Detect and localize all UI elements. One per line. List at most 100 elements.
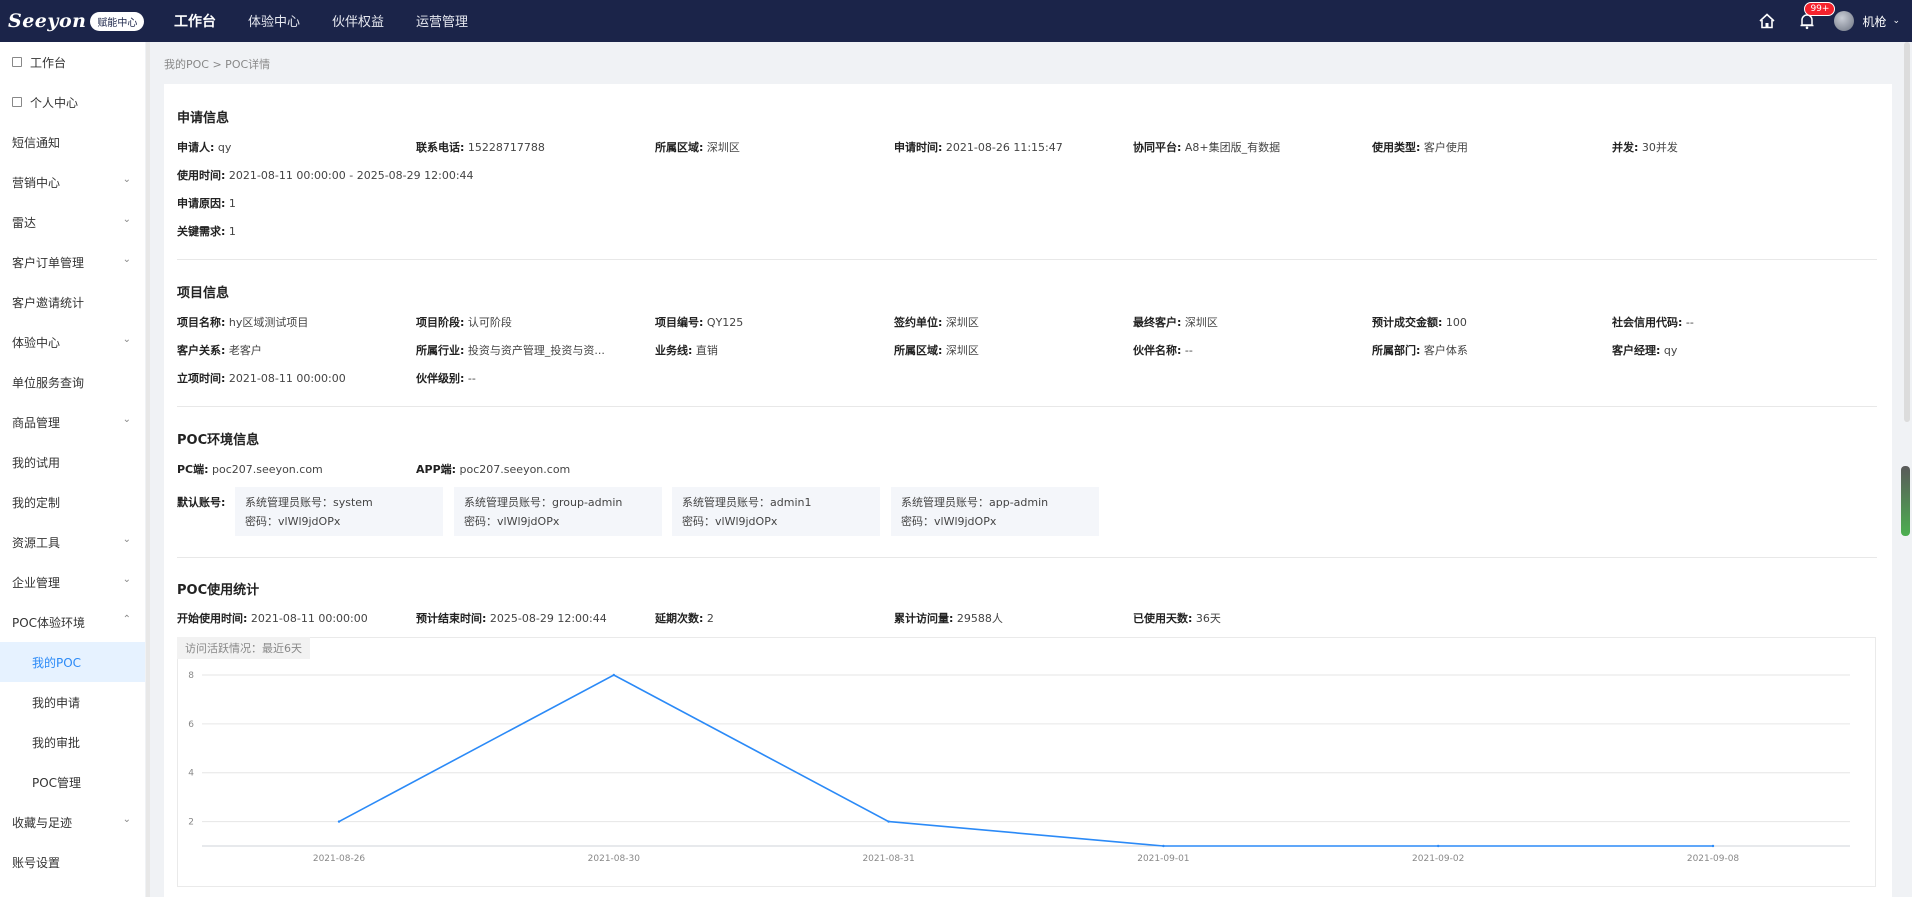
field-label: 所属区域:	[894, 344, 943, 357]
sidebar-item-my-poc[interactable]: 我的POC	[0, 642, 145, 682]
field-value: 深圳区	[945, 344, 979, 357]
chevron-down-icon: ⌄	[122, 534, 131, 545]
sidebar-item-favorites[interactable]: 收藏与足迹 ⌄	[0, 802, 145, 842]
field-label: 延期次数:	[655, 612, 704, 625]
account-card: 系统管理员账号：group-admin 密码：vlWl9jdOPx	[454, 487, 662, 536]
sidebar-item-my-approvals[interactable]: 我的审批	[0, 722, 145, 762]
sidebar-item-account-settings[interactable]: 账号设置	[0, 842, 145, 882]
sidebar-item-experience[interactable]: 体验中心 ⌄	[0, 322, 145, 362]
field-apply-time: 申请时间: 2021-08-26 11:15:47	[894, 139, 1063, 155]
home-icon[interactable]	[1758, 12, 1776, 30]
field-reason: 申请原因: 1	[177, 195, 236, 211]
field-partner-level: 伙伴级别: --	[416, 370, 476, 386]
field-label: 预计结束时间:	[416, 612, 487, 625]
field-label: 立项时间:	[177, 372, 226, 385]
sidebar-item-workbench[interactable]: 工作台	[0, 42, 145, 82]
sidebar-item-personal-center[interactable]: 个人中心	[0, 82, 145, 122]
field-value: 客户使用	[1423, 141, 1468, 154]
chevron-down-icon: ⌄	[122, 574, 131, 585]
username[interactable]: 机枪	[1862, 13, 1886, 30]
sidebar-item-orders[interactable]: 客户订单管理 ⌄	[0, 242, 145, 282]
sidebar-item-sms[interactable]: 短信通知	[0, 122, 145, 162]
x-tick-label: 2021-09-02	[1412, 854, 1464, 864]
brand-logo[interactable]: Seeyon 赋能中心	[8, 10, 158, 32]
field-label: 已使用天数:	[1133, 612, 1193, 625]
page-scrollbar[interactable]	[1904, 42, 1910, 422]
field-region: 所属区域: 深圳区	[655, 139, 740, 155]
sidebar-item-poc-admin[interactable]: POC管理	[0, 762, 145, 802]
sidebar-item-products[interactable]: 商品管理 ⌄	[0, 402, 145, 442]
field-value: --	[1685, 316, 1694, 329]
field-label: 开始使用时间:	[177, 612, 248, 625]
field-key-needs: 关键需求: 1	[177, 223, 236, 239]
field-label: 所属部门:	[1372, 344, 1421, 357]
field-value: 投资与资产管理_投资与资...	[467, 344, 605, 357]
divider	[177, 259, 1877, 260]
field-label: 项目名称:	[177, 316, 226, 329]
sidebar-scrollbar[interactable]	[146, 42, 150, 897]
field-label: 联系电话:	[416, 141, 465, 154]
chevron-down-icon: ⌄	[122, 214, 131, 225]
topnav-experience[interactable]: 体验中心	[248, 11, 300, 31]
field-value: 2021-08-11 00:00:00	[228, 372, 346, 385]
field-value: hy区域测试项目	[228, 316, 309, 329]
field-value[interactable]: poc207.seeyon.com	[460, 463, 571, 476]
divider	[177, 406, 1877, 407]
notification-button[interactable]: 99+	[1798, 2, 1836, 30]
sidebar-item-service-query[interactable]: 单位服务查询	[0, 362, 145, 402]
account-password: 密码：vlWl9jdOPx	[901, 515, 997, 528]
topnav-operations[interactable]: 运营管理	[416, 11, 468, 31]
x-tick-label: 2021-08-30	[588, 854, 641, 864]
sidebar-item-my-requests[interactable]: 我的申请	[0, 682, 145, 722]
y-tick-label: 6	[188, 720, 194, 730]
breadcrumb[interactable]: 我的POC > POC详情	[164, 56, 270, 72]
field-label: 申请原因:	[177, 197, 226, 210]
field-phone: 联系电话: 15228717788	[416, 139, 545, 155]
field-value: 2	[706, 612, 714, 625]
sidebar-item-label: 营销中心	[12, 175, 61, 190]
top-nav: 工作台 体验中心 伙伴权益 运营管理	[174, 11, 500, 31]
avatar[interactable]	[1834, 11, 1855, 31]
topnav-partner[interactable]: 伙伴权益	[332, 11, 384, 31]
account-password: 密码：vlWl9jdOPx	[682, 515, 778, 528]
sidebar-item-label: 我的审批	[32, 735, 81, 750]
field-value: 1	[228, 197, 236, 210]
sidebar-item-marketing[interactable]: 营销中心 ⌄	[0, 162, 145, 202]
field-value: QY125	[706, 316, 744, 329]
field-final-customer: 最终客户: 深圳区	[1133, 314, 1218, 330]
chevron-down-icon[interactable]: ⌄	[1892, 16, 1900, 26]
sidebar-item-enterprise[interactable]: 企业管理 ⌄	[0, 562, 145, 602]
sidebar-item-invite-stats[interactable]: 客户邀请统计	[0, 282, 145, 322]
sidebar-item-label: 客户邀请统计	[12, 295, 85, 310]
sidebar-item-poc-env[interactable]: POC体验环境 ⌃	[0, 602, 145, 642]
visits-line-chart[interactable]: 2 4 6 8 2021-08-26 2021-08-30 2021-08-31 2021-0…	[178, 638, 1875, 886]
section-title-project: 项目信息	[177, 286, 230, 301]
field-total-visits: 累计访问量: 29588人	[894, 610, 1003, 626]
field-label: 客户经理:	[1612, 344, 1661, 357]
field-project-code: 项目编号: QY125	[655, 314, 743, 330]
field-project-stage: 项目阶段: 认可阶段	[416, 314, 512, 330]
series-line	[338, 674, 1713, 847]
field-industry: 所属行业: 投资与资产管理_投资与资...	[416, 342, 605, 358]
field-value: 2021-08-26 11:15:47	[945, 141, 1063, 154]
y-tick-label: 4	[188, 769, 194, 779]
sidebar-item-label: 收藏与足迹	[12, 815, 73, 830]
field-value: 1	[228, 225, 236, 238]
section-title-stats: POC使用统计	[177, 583, 260, 598]
topnav-workbench[interactable]: 工作台	[174, 11, 216, 31]
sidebar-item-my-custom[interactable]: 我的定制	[0, 482, 145, 522]
field-setup-time: 立项时间: 2021-08-11 00:00:00	[177, 370, 346, 386]
field-value: 客户体系	[1423, 344, 1468, 357]
field-signing-unit: 签约单位: 深圳区	[894, 314, 979, 330]
field-value: --	[467, 372, 476, 385]
field-value[interactable]: poc207.seeyon.com	[212, 463, 323, 476]
sidebar-item-resources[interactable]: 资源工具 ⌄	[0, 522, 145, 562]
scrollbar-thumb[interactable]	[1901, 466, 1910, 536]
field-label: 签约单位:	[894, 316, 943, 329]
sidebar-item-my-trial[interactable]: 我的试用	[0, 442, 145, 482]
sidebar-item-label: 我的试用	[12, 455, 61, 470]
sidebar-item-radar[interactable]: 雷达 ⌄	[0, 202, 145, 242]
field-department: 所属部门: 客户体系	[1372, 342, 1468, 358]
field-value: 100	[1445, 316, 1467, 329]
sidebar-item-label: 体验中心	[12, 335, 61, 350]
